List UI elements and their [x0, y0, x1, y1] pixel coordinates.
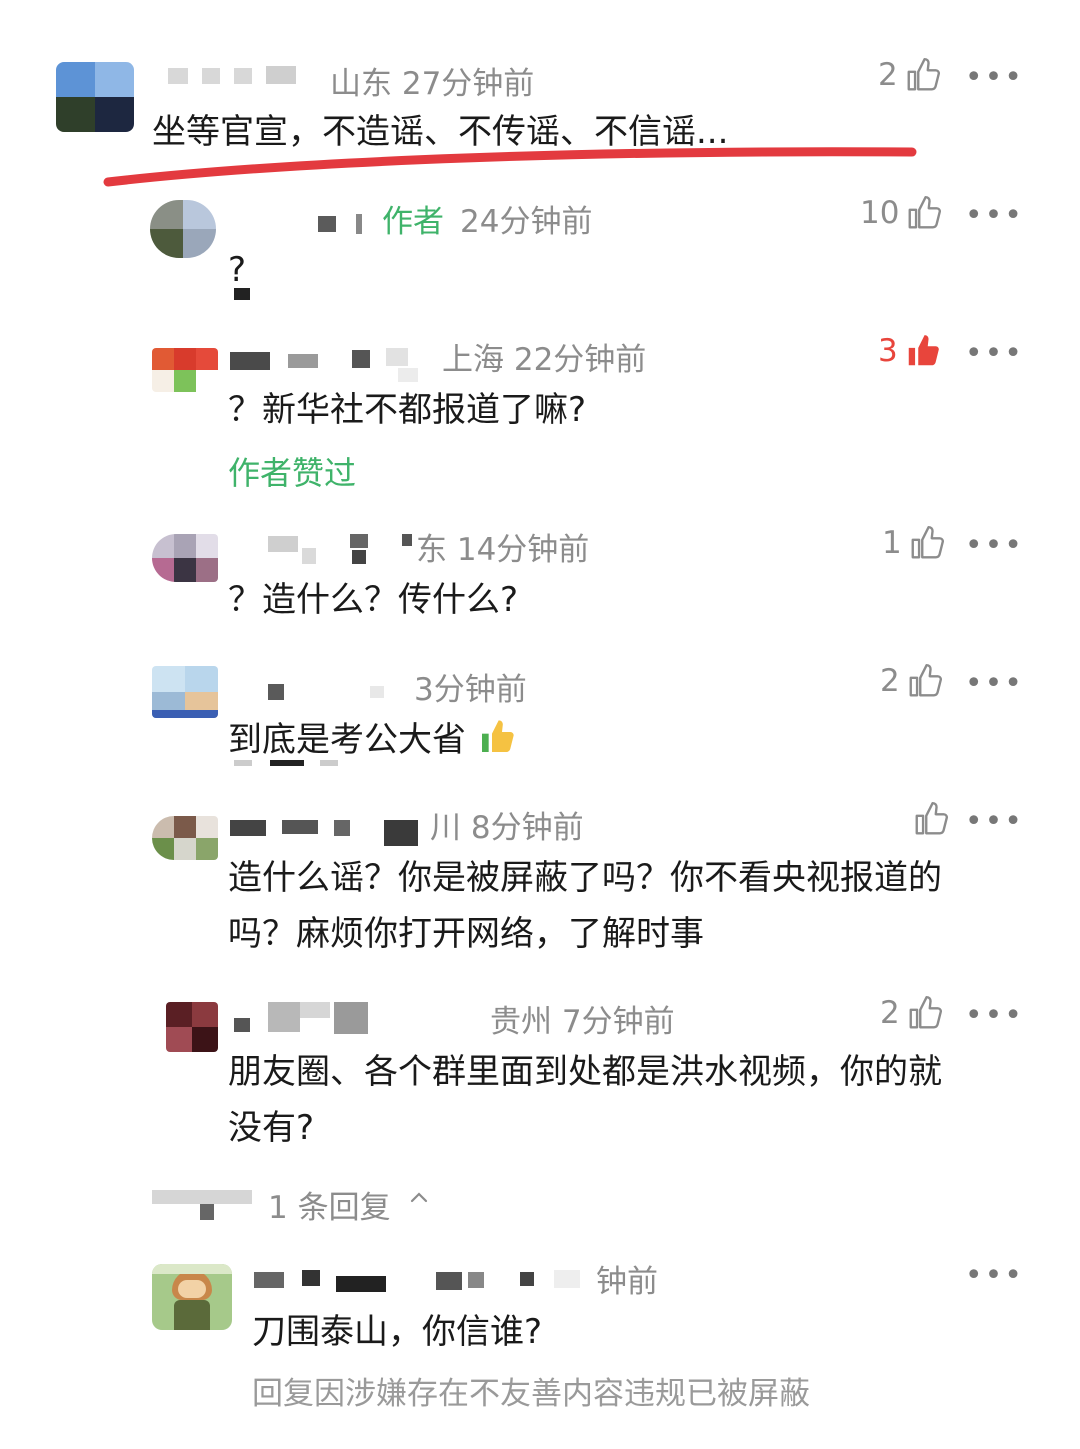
avatar[interactable] [152, 534, 218, 582]
thumbs-up-emoji-icon [481, 720, 514, 752]
avatar[interactable] [166, 1002, 218, 1052]
more-options-button[interactable]: ••• [965, 666, 1024, 701]
avatar[interactable] [150, 200, 216, 258]
like-count: 2 [878, 57, 898, 93]
comment-meta: 3分钟前 [414, 672, 527, 708]
like-count: 10 [860, 195, 900, 231]
more-options-button[interactable]: ••• [965, 528, 1024, 563]
blocked-reply-notice: 回复因涉嫌存在不友善内容违规已被屏蔽 [252, 1376, 810, 1412]
like-count: 2 [880, 663, 900, 699]
more-options-button[interactable]: ••• [965, 198, 1024, 233]
comment-text: 刀围泰山，你信谁? [252, 1312, 543, 1352]
blurred-username [230, 676, 410, 706]
comment-meta: 上海 22分钟前 [442, 342, 647, 378]
comment-time: 24分钟前 [460, 204, 593, 240]
avatar[interactable] [56, 62, 134, 132]
avatar[interactable] [152, 348, 218, 392]
like-count: 1 [882, 525, 902, 561]
avatar[interactable] [152, 666, 218, 718]
like-button[interactable] [906, 800, 950, 838]
blurred-username [254, 1262, 584, 1298]
avatar[interactable] [152, 1264, 232, 1330]
blurred-username [318, 212, 378, 236]
comment-text-line-1: 造什么谣？你是被屏蔽了吗？你不看央视报道的 [228, 858, 942, 898]
more-options-button[interactable]: ••• [965, 1258, 1024, 1293]
comment-meta: 山东 27分钟前 [330, 66, 535, 102]
chevron-up-icon [408, 1186, 430, 1208]
thumbs-up-icon [909, 195, 942, 229]
comment-meta: 贵州 7分钟前 [490, 1004, 675, 1040]
comment-text-content: 到底是考公大省 [228, 720, 466, 760]
blurred-username [230, 530, 420, 570]
thumbs-up-icon [915, 801, 949, 835]
comment-meta: 川 8分钟前 [430, 810, 584, 846]
comment-text-line-2: 没有? [228, 1108, 315, 1148]
thumbs-up-filled-icon [908, 335, 939, 366]
more-options-button[interactable]: ••• [965, 60, 1024, 95]
like-button[interactable]: 2 [880, 662, 944, 700]
blurred-label [152, 1180, 262, 1224]
comment-meta: 东 14分钟前 [416, 532, 590, 568]
more-options-button[interactable]: ••• [965, 998, 1024, 1033]
comment-text: ？新华社不都报道了嘛? [228, 390, 587, 430]
comment-text-line-2: 吗？麻烦你打开网络，了解时事 [228, 914, 704, 954]
red-underline-annotation [103, 147, 917, 187]
blurred-username [168, 64, 328, 88]
comment-meta: 作者 24分钟前 [382, 196, 592, 241]
like-button[interactable]: 3 [878, 332, 942, 370]
like-button[interactable]: 2 [878, 56, 942, 94]
blur-patch [234, 288, 250, 300]
comment-text-line-1: 朋友圈、各个群里面到处都是洪水视频，你的就 [228, 1052, 942, 1092]
more-options-button[interactable]: ••• [965, 336, 1024, 371]
blur-patch [234, 760, 344, 768]
more-options-button[interactable]: ••• [965, 804, 1024, 839]
thumbs-up-icon [907, 57, 940, 91]
blurred-username [234, 1000, 374, 1036]
author-liked-note: 作者赞过 [228, 454, 357, 492]
thumbs-up-icon [909, 663, 942, 697]
avatar[interactable] [152, 816, 218, 860]
like-count: 3 [878, 333, 898, 369]
comment-text: 坐等官宣，不造谣、不传谣、不信谣... [152, 112, 729, 152]
thumbs-up-icon [911, 525, 944, 559]
blurred-username [230, 346, 430, 386]
like-button[interactable]: 1 [882, 524, 946, 562]
thumbs-up-icon [909, 995, 942, 1029]
reply-count-label: 1 条回复 [268, 1190, 391, 1226]
author-tag: 作者 [382, 204, 444, 240]
comment-meta: 钟前 [596, 1264, 658, 1300]
like-button[interactable]: 2 [880, 994, 944, 1032]
like-count: 2 [880, 995, 900, 1031]
comment-text: ？造什么？传什么? [228, 580, 519, 620]
like-button[interactable]: 10 [860, 194, 943, 232]
collapsed-replies-toggle[interactable]: 1 条回复 [152, 1180, 452, 1226]
blurred-username [230, 812, 430, 852]
